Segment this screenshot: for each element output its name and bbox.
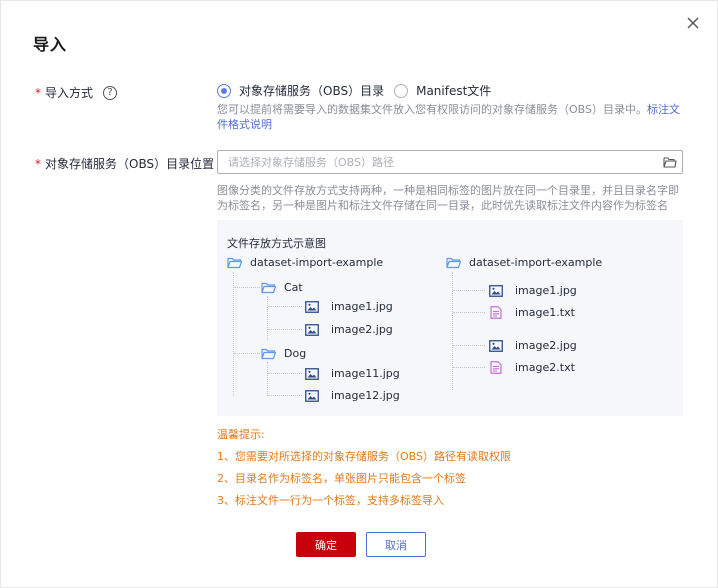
import-method-label-row: * 导入方式 ? — [35, 84, 118, 101]
tree-file-label: image1.txt — [515, 306, 575, 319]
dialog-title: 导入 — [33, 35, 68, 54]
confirm-button[interactable]: 确定 — [296, 532, 356, 557]
radio-obs-directory-label: 对象存储服务（OBS）目录 — [239, 84, 385, 98]
folder-open-icon[interactable] — [658, 151, 682, 173]
tree-file-label: image11.jpg — [331, 367, 400, 380]
folder-icon — [446, 257, 461, 268]
radio-checked-indicator[interactable] — [217, 83, 231, 98]
obs-path-field[interactable] — [217, 150, 683, 174]
import-method-radio-group: 对象存储服务（OBS）目录 Manifest文件 — [217, 82, 501, 99]
tree-file-image: image1.jpg — [489, 284, 577, 297]
example-title: 文件存放方式示意图 — [227, 237, 326, 250]
tree-folder-dog: Dog — [261, 347, 306, 360]
question-circle-icon[interactable]: ? — [103, 85, 118, 100]
tree-file-text: image2.txt — [490, 361, 575, 374]
tree-file-label: image2.jpg — [331, 323, 393, 336]
import-method-label: 导入方式 — [45, 86, 94, 100]
tree-file-label: image2.jpg — [515, 339, 577, 352]
tree-folder-cat: Cat — [261, 281, 303, 294]
tree-file-image: image1.jpg — [305, 300, 393, 313]
image-file-icon — [305, 300, 319, 313]
image-file-icon — [305, 323, 319, 336]
obs-location-hint: 图像分类的文件存放方式支持两种，一种是相同标签的图片放在同一个目录里，并且目录名… — [217, 184, 679, 212]
import-method-hint-text: 您可以提前将需要导入的数据集文件放入您有权限访问的对象存储服务（OBS）目录中。 — [217, 103, 647, 116]
text-file-icon — [490, 361, 502, 374]
cancel-button[interactable]: 取消 — [366, 532, 426, 557]
tree-root-label: dataset-import-example — [469, 256, 603, 269]
tree-file-label: image2.txt — [515, 361, 575, 374]
file-structure-example: 文件存放方式示意图 dataset-import-example Cat ima… — [217, 220, 683, 416]
tree-folder-label: Dog — [284, 347, 307, 360]
tree-file-image: image2.jpg — [489, 339, 577, 352]
folder-icon — [227, 257, 242, 268]
image-file-icon — [489, 284, 503, 297]
obs-location-label: 对象存储服务（OBS）目录位置 — [45, 157, 215, 171]
image-file-icon — [305, 389, 319, 402]
tips-title: 温馨提示: — [217, 428, 265, 441]
radio-manifest-file[interactable]: Manifest文件 — [394, 82, 491, 99]
radio-unchecked-indicator[interactable] — [394, 83, 409, 98]
tree-file-label: image1.jpg — [331, 300, 393, 313]
tree-file-image: image12.jpg — [305, 389, 400, 402]
tree-file-label: image12.jpg — [331, 389, 400, 402]
close-icon[interactable] — [683, 13, 703, 33]
tip-item: 3、标注文件一行为一个标签，支持多标签导入 — [217, 494, 444, 507]
tips-section: 温馨提示: 1、您需要对所选择的对象存储服务（OBS）路径有读取权限 2、目录名… — [217, 427, 511, 515]
tree-root-label: dataset-import-example — [250, 256, 384, 269]
tree-file-image: image2.jpg — [305, 323, 393, 336]
folder-icon — [261, 282, 276, 293]
obs-path-input[interactable] — [228, 155, 658, 169]
tree-root-folder-right: dataset-import-example — [446, 256, 602, 269]
text-file-icon — [490, 306, 502, 319]
tip-item: 1、您需要对所选择的对象存储服务（OBS）路径有读取权限 — [217, 450, 511, 463]
obs-location-label-row: * 对象存储服务（OBS）目录位置 — [35, 155, 214, 172]
tree-root-folder: dataset-import-example — [227, 256, 383, 269]
required-marker: * — [35, 156, 41, 171]
import-dialog: 导入 * 导入方式 ? 对象存储服务（OBS）目录 Manifest文件 您可以… — [0, 0, 718, 588]
tree-file-label: image1.jpg — [515, 284, 577, 297]
tree-folder-label: Cat — [284, 281, 303, 294]
folder-icon — [261, 348, 276, 359]
radio-manifest-file-label: Manifest文件 — [416, 84, 492, 98]
tree-file-text: image1.txt — [490, 306, 575, 319]
required-marker: * — [35, 85, 41, 100]
radio-obs-directory[interactable]: 对象存储服务（OBS）目录 — [217, 82, 384, 99]
tip-item: 2、目录名作为标签名，单张图片只能包含一个标签 — [217, 472, 466, 485]
import-method-hint: 您可以提前将需要导入的数据集文件放入您有权限访问的对象存储服务（OBS）目录中。… — [217, 102, 687, 132]
image-file-icon — [489, 339, 503, 352]
tree-file-image: image11.jpg — [305, 367, 400, 380]
image-file-icon — [305, 367, 319, 380]
